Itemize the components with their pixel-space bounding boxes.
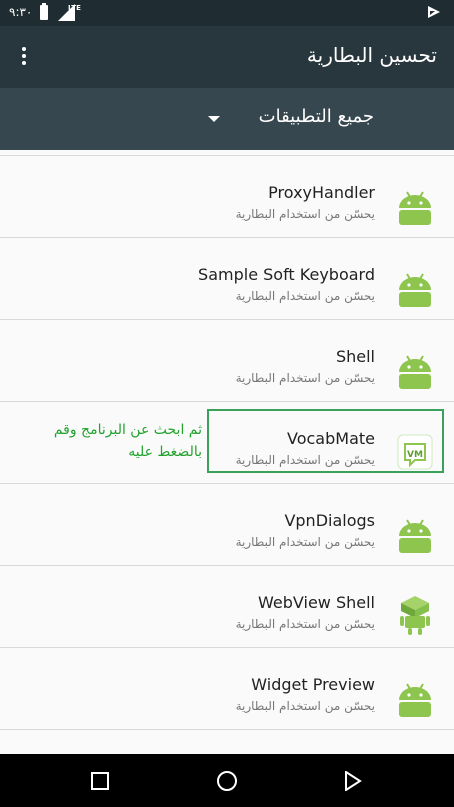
dropdown-arrow-icon — [208, 116, 220, 122]
status-bar: ٩:٣٠ ϟ LTE — [0, 0, 454, 26]
webview-android-icon — [400, 596, 430, 635]
app-status: يحسّن من استخدام البطارية — [235, 289, 375, 303]
app-status: يحسّن من استخدام البطارية — [235, 535, 375, 549]
android-icon — [399, 683, 431, 717]
app-status: يحسّن من استخدام البطارية — [235, 371, 375, 385]
toolbar: تحسين البطارية — [0, 26, 454, 88]
list-item-widget-preview[interactable]: Widget Preview يحسّن من استخدام البطارية — [0, 648, 454, 730]
instruction-annotation: ثم ابحث عن البرنامج وقم بالضغط عليه — [53, 422, 202, 460]
filter-selected: جميع التطبيقات — [258, 106, 374, 127]
status-time: ٩:٣٠ — [9, 5, 33, 19]
battery-icon: ϟ — [40, 3, 88, 22]
android-icon — [399, 273, 431, 307]
list-item-sample-soft-keyboard[interactable]: Sample Soft Keyboard يحسّن من استخدام ال… — [0, 238, 454, 320]
more-vert-icon[interactable] — [14, 44, 34, 70]
list-item-vpndialogs[interactable]: VpnDialogs يحسّن من استخدام البطارية — [0, 484, 454, 566]
list-item-proxyhandler[interactable]: ProxyHandler يحسّن من استخدام البطارية — [0, 156, 454, 238]
app-name: Shell — [335, 347, 375, 366]
highlight-box — [207, 409, 444, 473]
back-icon[interactable] — [344, 771, 362, 791]
app-filter-dropdown[interactable]: جميع التطبيقات — [0, 88, 454, 150]
app-status: يحسّن من استخدام البطارية — [235, 699, 375, 713]
list-item-shell[interactable]: Shell يحسّن من استخدام البطارية — [0, 320, 454, 402]
home-icon[interactable] — [217, 771, 237, 791]
network-type: LTE — [68, 4, 81, 12]
sync-icon — [428, 6, 440, 18]
app-name: Sample Soft Keyboard — [198, 265, 375, 284]
android-icon — [399, 191, 431, 225]
list-item-webview-shell[interactable]: WebView Shell يحسّن من استخدام البطارية — [0, 566, 454, 648]
app-name: ProxyHandler — [268, 183, 375, 202]
android-icon — [399, 355, 431, 389]
nav-bar — [0, 754, 454, 807]
page-title: تحسين البطارية — [306, 43, 437, 67]
android-icon — [399, 519, 431, 553]
app-status: يحسّن من استخدام البطارية — [235, 207, 375, 221]
app-name: VpnDialogs — [284, 511, 375, 530]
app-status: يحسّن من استخدام البطارية — [235, 617, 375, 631]
app-name: Widget Preview — [251, 675, 375, 694]
recents-icon[interactable] — [91, 772, 109, 790]
app-name: WebView Shell — [258, 593, 375, 612]
